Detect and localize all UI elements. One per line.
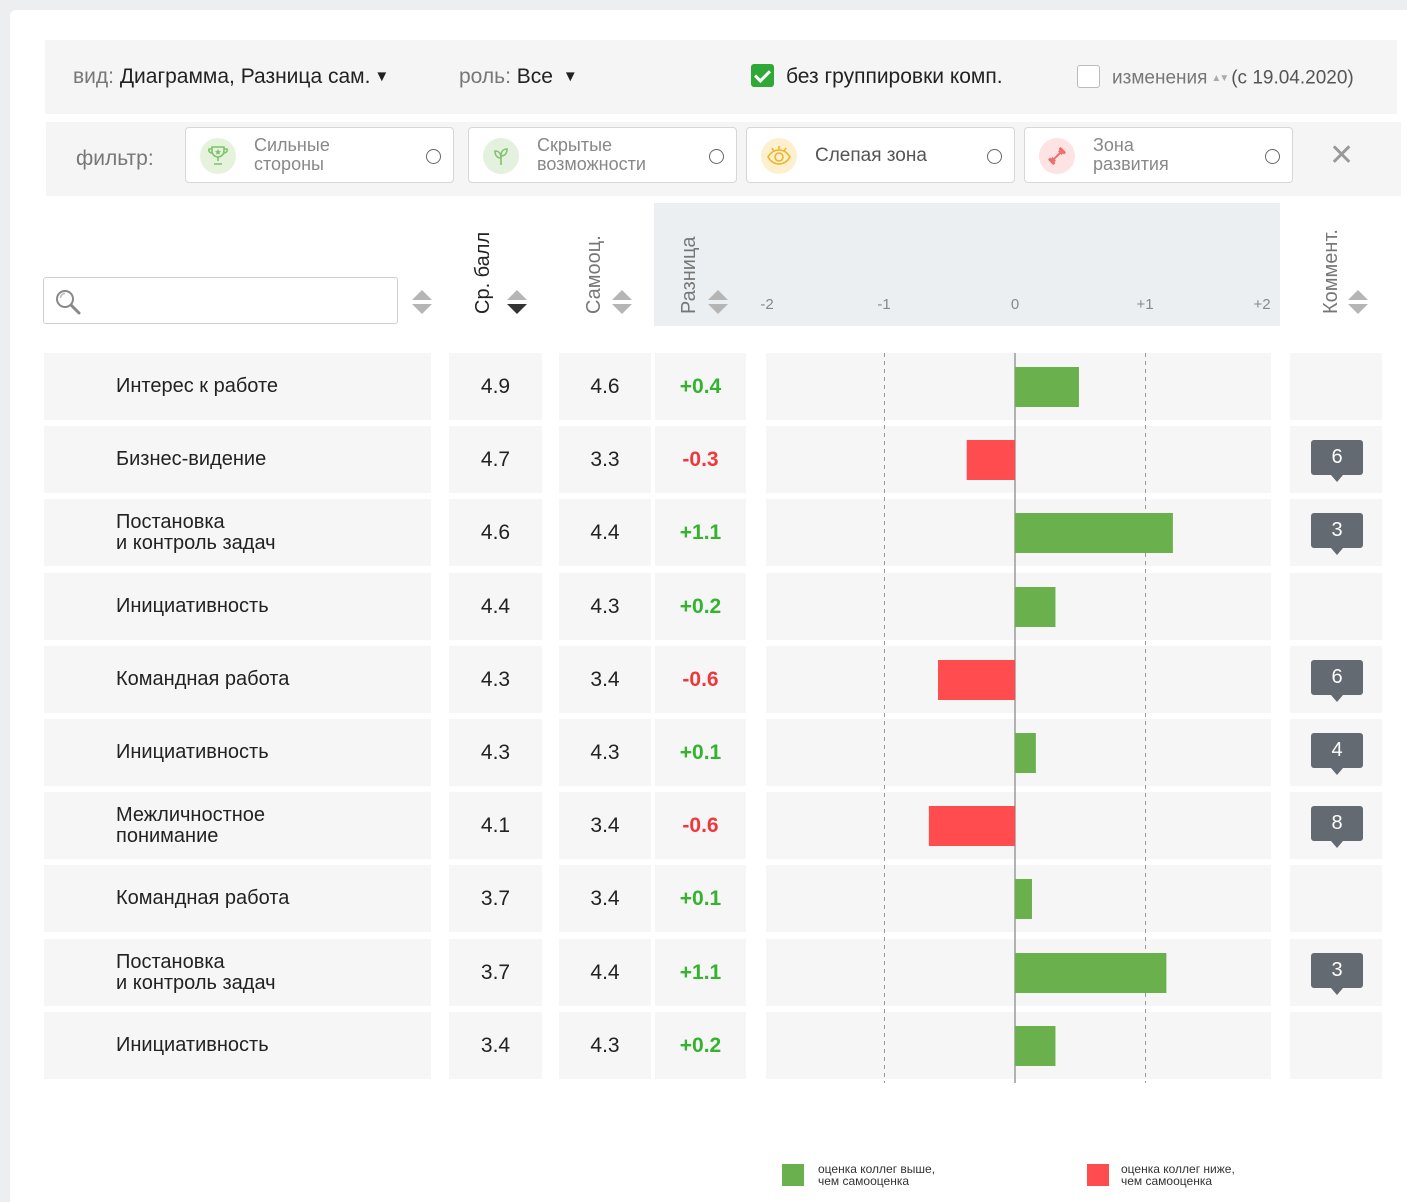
chart-bar — [1015, 587, 1056, 627]
legend-negative-text: оценка коллег ниже, чем самооценка — [1121, 1162, 1235, 1188]
legend-positive-swatch — [782, 1164, 804, 1186]
chart-bar — [938, 660, 1015, 700]
difference-chart — [884, 353, 1173, 1083]
chart-bar — [1015, 367, 1079, 407]
legend-negative-swatch — [1087, 1164, 1109, 1186]
legend-positive-text: оценка коллег выше, чем самооценка — [818, 1162, 936, 1188]
chart-bar — [928, 806, 1015, 846]
chart-bar — [1015, 513, 1173, 553]
chart-bar — [1015, 953, 1167, 993]
chart-bar — [1015, 733, 1036, 773]
chart-bar — [1015, 879, 1032, 919]
chart-bar — [1015, 1026, 1056, 1066]
chart-bar — [966, 440, 1015, 480]
